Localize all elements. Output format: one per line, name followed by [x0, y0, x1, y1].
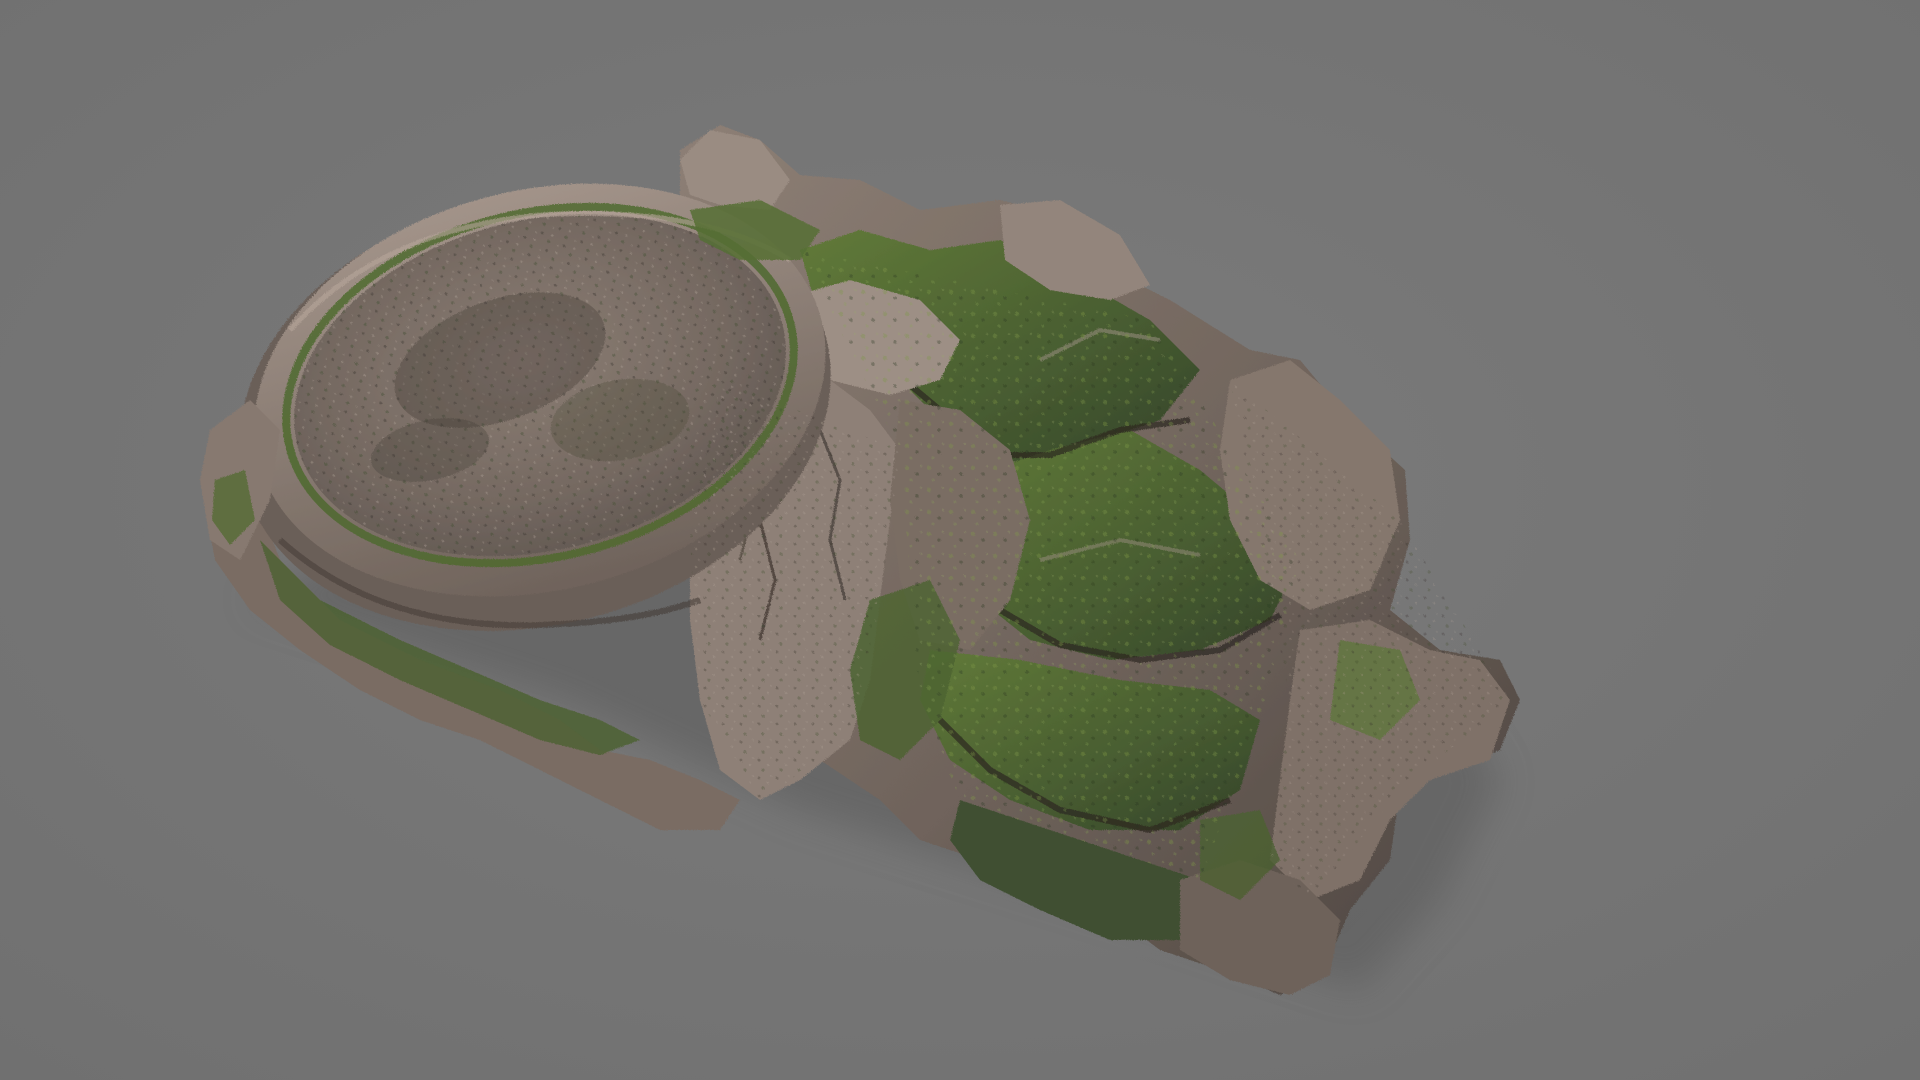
scene-canvas: [0, 0, 1920, 1080]
render-viewport: [0, 0, 1920, 1080]
